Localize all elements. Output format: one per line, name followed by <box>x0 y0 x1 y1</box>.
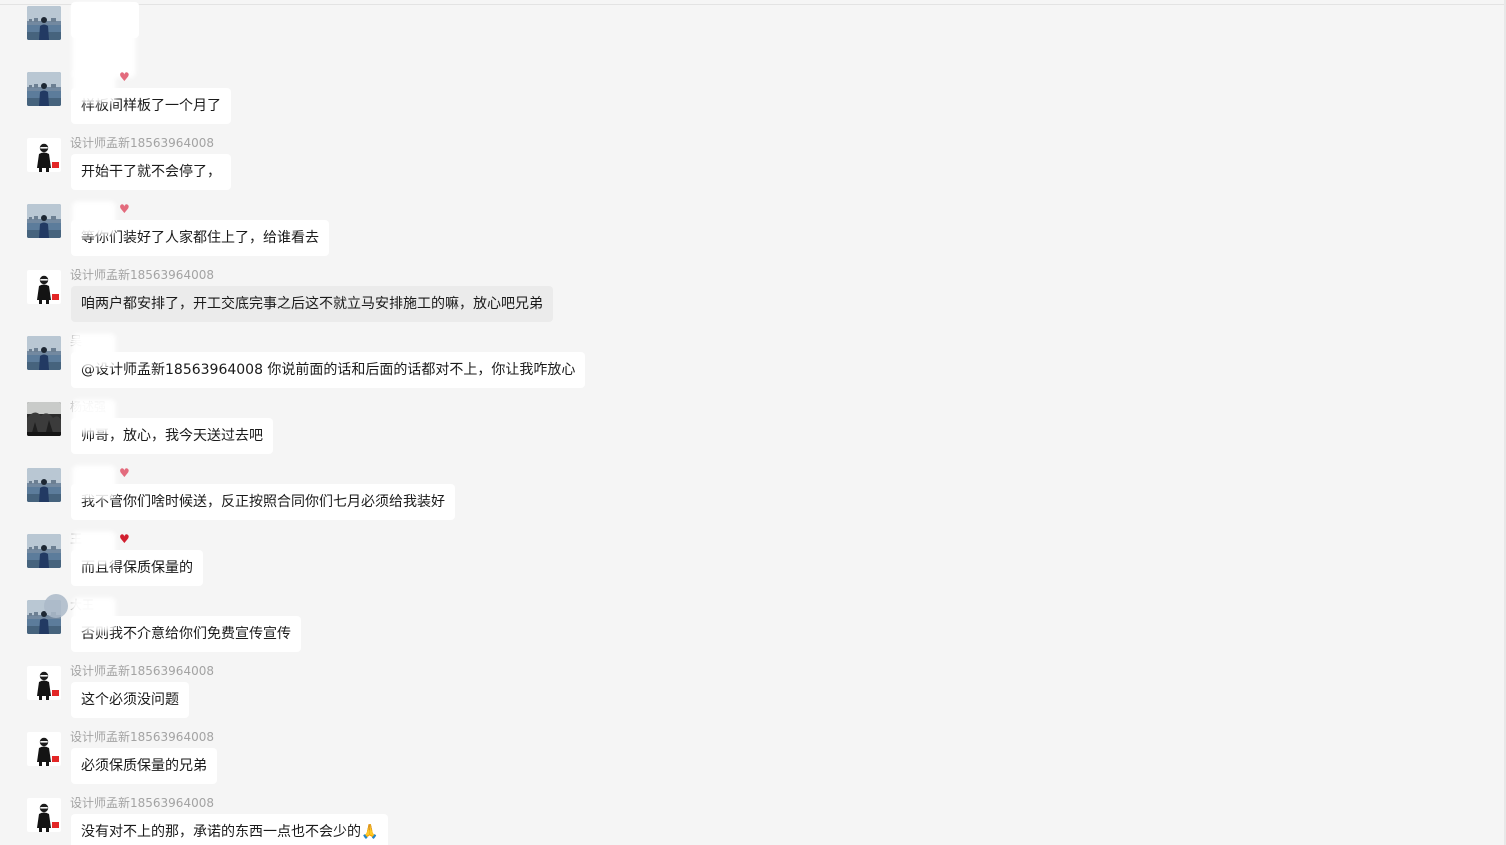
sender-name: 设计师孟新18563964008 <box>70 268 214 282</box>
chat-message: ♥ 我不管你们啥时候送，反正按照合同你们七月必须给我装好 <box>0 465 1500 534</box>
chat-message: 设计师孟新18563964008 咱两户都安排了，开工交底完事之后这不就立马安排施… <box>0 268 1500 336</box>
message-text: 必须保质保量的兄弟 <box>81 758 207 774</box>
chat-message <box>0 2 1500 78</box>
sea-avatar-icon[interactable] <box>27 468 61 502</box>
redaction-dot <box>44 594 68 618</box>
message-bubble[interactable]: 咱两户都安排了，开工交底完事之后这不就立马安排施工的嘛，放心吧兄弟 <box>71 286 553 322</box>
sender-name: 设计师孟新18563964008 <box>70 730 214 744</box>
chat-window: ♥ 样板间样板了一个月了 设计师孟新18563964008 开始干了就不会停了， ♥ 等你… <box>0 0 1506 845</box>
chat-message: 王♥而且得保质保量的 <box>0 531 1500 600</box>
redaction-mask <box>72 465 116 499</box>
message-text: 这个必须没问题 <box>81 692 179 708</box>
heart-icon: ♥ <box>119 70 130 84</box>
chat-message: 吴@设计师孟新18563964008 你说前面的话和后面的话都对不上，你让我咋放… <box>0 333 1500 402</box>
redaction-mask <box>72 597 116 631</box>
chat-message: 大王否则我不介意给你们免费宣传宣传 <box>0 594 1500 666</box>
person-avatar-icon[interactable] <box>27 270 61 304</box>
redaction-mask <box>72 333 116 367</box>
redaction-mask <box>72 201 116 235</box>
chat-message: 杨述强帅哥，放心，我今天送过去吧 <box>0 399 1500 468</box>
redaction-mask <box>72 531 116 565</box>
heart-icon: ♥ <box>119 466 130 480</box>
person-avatar-icon[interactable] <box>27 798 61 832</box>
sender-name: 设计师孟新18563964008 <box>70 796 214 810</box>
chat-message: 设计师孟新18563964008 开始干了就不会停了， <box>0 136 1500 204</box>
message-bubble[interactable]: 没有对不上的那，承诺的东西一点也不会少的🙏 <box>71 814 389 845</box>
message-bubble[interactable]: 这个必须没问题 <box>71 682 189 718</box>
redaction-mask <box>72 3 116 37</box>
person-avatar-icon[interactable] <box>27 138 61 172</box>
sea-avatar-icon[interactable] <box>27 336 61 370</box>
forest-avatar-icon[interactable] <box>27 402 61 436</box>
chat-message: 设计师孟新18563964008 必须保质保量的兄弟 <box>0 730 1500 798</box>
message-text: @设计师孟新18563964008 你说前面的话和后面的话都对不上，你让我咋放心 <box>81 362 576 378</box>
sea-avatar-icon[interactable] <box>27 534 61 568</box>
person-avatar-icon[interactable] <box>27 732 61 766</box>
person-avatar-icon[interactable] <box>27 666 61 700</box>
message-bubble[interactable]: 必须保质保量的兄弟 <box>71 748 217 784</box>
chat-message: ♥ 样板间样板了一个月了 <box>0 69 1500 138</box>
message-bubble[interactable]: @设计师孟新18563964008 你说前面的话和后面的话都对不上，你让我咋放心 <box>71 352 586 388</box>
chat-message: 设计师孟新18563964008 这个必须没问题 <box>0 664 1500 732</box>
sender-name: 设计师孟新18563964008 <box>70 136 214 150</box>
message-text: 开始干了就不会停了， <box>81 164 221 180</box>
pray-emoji-icon: 🙏 <box>361 824 379 840</box>
chat-message: ♥ 等你们装好了人家都住上了，给谁看去 <box>0 201 1500 270</box>
message-bubble[interactable]: 开始干了就不会停了， <box>71 154 231 190</box>
heart-icon: ♥ <box>119 532 130 546</box>
sea-avatar-icon[interactable] <box>27 6 61 40</box>
message-text: 咱两户都安排了，开工交底完事之后这不就立马安排施工的嘛，放心吧兄弟 <box>81 296 543 312</box>
top-divider <box>0 4 1506 5</box>
message-bubble[interactable]: 我不管你们啥时候送，反正按照合同你们七月必须给我装好 <box>71 484 455 520</box>
chat-message: 设计师孟新18563964008 没有对不上的那，承诺的东西一点也不会少的🙏 <box>0 796 1500 845</box>
heart-icon: ♥ <box>119 202 130 216</box>
redaction-mask <box>72 69 116 103</box>
redaction-mask <box>72 399 116 433</box>
sea-avatar-icon[interactable] <box>27 204 61 238</box>
sender-name: 设计师孟新18563964008 <box>70 664 214 678</box>
message-text: 没有对不上的那，承诺的东西一点也不会少的 <box>81 824 361 840</box>
message-text: 等你们装好了人家都住上了，给谁看去 <box>81 230 319 246</box>
sea-avatar-icon[interactable] <box>27 72 61 106</box>
message-text: 我不管你们啥时候送，反正按照合同你们七月必须给我装好 <box>81 494 445 510</box>
